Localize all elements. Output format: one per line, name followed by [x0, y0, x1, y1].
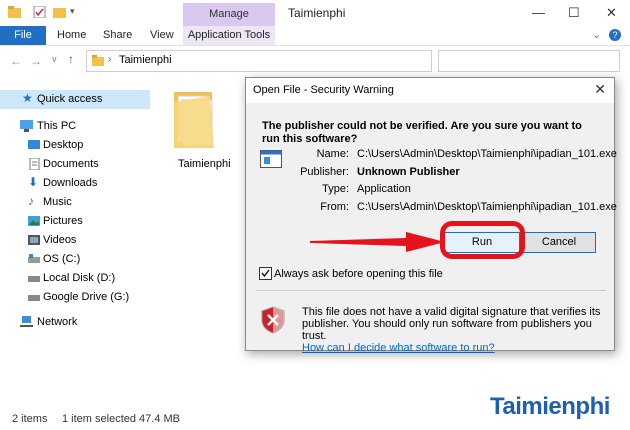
sidebar-item-label: Pictures [43, 215, 83, 227]
red-arrow-annotation [310, 232, 445, 252]
videos-icon [28, 234, 40, 246]
warning-text: This file does not have a valid digital … [302, 306, 601, 342]
cancel-button[interactable]: Cancel [522, 232, 596, 253]
sidebar-item-desktop[interactable]: Desktop [0, 136, 150, 155]
manage-context-tab[interactable]: Manage [183, 3, 275, 26]
sidebar-item-label: Desktop [43, 139, 84, 151]
sidebar-item-label: Music [43, 196, 72, 208]
field-publisher-label: Publisher: [300, 166, 349, 178]
star-icon: ★ [22, 91, 33, 105]
folder-name[interactable]: Taimienphi [178, 158, 231, 170]
field-type-value: Application [357, 183, 411, 195]
red-highlight-annotation [440, 221, 525, 259]
sidebar-item-this-pc[interactable]: This PC [0, 117, 150, 136]
window-title: Taimienphi [288, 6, 346, 20]
dialog-title-bar: Open File - Security Warning ✕ [246, 78, 614, 103]
sidebar-item-local-disk-d[interactable]: Local Disk (D:) [0, 269, 150, 288]
title-bar: ▾ Manage Taimienphi — ☐ ✕ [0, 0, 630, 26]
tab-application-tools[interactable]: Application Tools [183, 26, 275, 45]
field-name-label: Name: [316, 148, 349, 160]
always-ask-checkbox[interactable] [259, 267, 272, 280]
network-icon [20, 316, 33, 328]
warning-message: This file does not have a valid digital … [302, 306, 602, 354]
desktop-icon [28, 139, 40, 151]
tab-view[interactable]: View [150, 26, 174, 45]
tab-home[interactable]: Home [57, 26, 86, 45]
search-input[interactable] [438, 50, 620, 72]
field-publisher-value: Unknown Publisher [357, 166, 460, 178]
application-icon [260, 150, 282, 171]
dialog-question: The publisher could not be verified. Are… [262, 120, 582, 145]
sidebar-item-label: Downloads [43, 177, 98, 189]
field-from-label: From: [320, 201, 349, 213]
sidebar-item-label: Quick access [37, 93, 103, 105]
status-selection: 1 item selected 47.4 MB [62, 413, 181, 425]
drive-icon [28, 291, 40, 303]
field-type-label: Type: [322, 183, 349, 195]
sidebar-item-videos[interactable]: Videos [0, 231, 150, 250]
sidebar-item-network[interactable]: Network [0, 313, 150, 332]
sidebar-item-label: Network [37, 316, 78, 328]
sidebar-item-label: Google Drive (G:) [43, 291, 130, 303]
security-warning-dialog: Open File - Security Warning ✕ The publi… [245, 77, 617, 354]
pc-icon [20, 120, 33, 132]
sidebar-item-label: OS (C:) [43, 253, 81, 265]
sidebar-item-os-c[interactable]: OS (C:) [0, 250, 150, 269]
sidebar-item-label: This PC [37, 120, 77, 132]
sidebar-item-google-drive-g[interactable]: Google Drive (G:) [0, 288, 150, 307]
documents-icon [28, 157, 40, 171]
maximize-button[interactable]: ☐ [568, 5, 580, 21]
sidebar-item-label: Local Disk (D:) [43, 272, 116, 284]
help-link[interactable]: How can I decide what software to run? [302, 342, 495, 354]
security-shield-icon [260, 306, 286, 337]
breadcrumb[interactable]: Taimienphi [119, 54, 172, 66]
field-name-value: C:\Users\Admin\Desktop\Taimienphi\ipadia… [357, 148, 617, 160]
tab-share[interactable]: Share [103, 26, 132, 45]
new-folder-icon[interactable] [53, 6, 66, 18]
drive-icon [28, 253, 40, 265]
downloads-icon: ⬇ [28, 175, 39, 189]
status-item-count: 2 items [12, 413, 48, 425]
tab-file[interactable]: File [0, 26, 46, 45]
help-icon[interactable]: ? [609, 29, 621, 41]
pictures-icon [28, 215, 40, 227]
up-arrow-icon[interactable]: ↑ [68, 52, 74, 66]
sidebar-item-documents[interactable]: Documents [0, 155, 150, 174]
folder-icon[interactable] [170, 88, 220, 150]
drive-icon [28, 272, 40, 284]
close-button[interactable]: ✕ [606, 5, 617, 21]
folder-icon [92, 55, 104, 69]
close-icon[interactable]: ✕ [594, 81, 606, 98]
always-ask-label[interactable]: Always ask before opening this file [274, 268, 443, 280]
folder-icon [8, 6, 21, 18]
sidebar-item-quick-access[interactable]: ★ Quick access [0, 90, 150, 109]
sidebar-item-label: Videos [43, 234, 77, 246]
field-from-value: C:\Users\Admin\Desktop\Taimienphi\ipadia… [357, 201, 617, 213]
dialog-title: Open File - Security Warning [253, 84, 394, 96]
forward-arrow-icon[interactable]: → [30, 54, 42, 68]
back-arrow-icon[interactable]: ← [10, 54, 22, 68]
minimize-button[interactable]: — [532, 5, 545, 20]
customize-quick-access-icon[interactable]: ▾ [70, 6, 83, 18]
sidebar-item-label: Documents [43, 158, 99, 170]
sidebar-item-music[interactable]: ♪ Music [0, 193, 150, 212]
properties-icon[interactable] [33, 5, 46, 19]
sidebar-item-downloads[interactable]: ⬇ Downloads [0, 174, 150, 193]
ribbon-tabs: File Home Share View Application Tools ⌄… [0, 26, 630, 46]
watermark-text: Taimienphi [490, 393, 610, 420]
music-icon: ♪ [28, 194, 34, 208]
breadcrumb-separator-icon: › [108, 54, 112, 65]
watermark-logo: Taimienphi [490, 393, 610, 421]
ribbon-expand-icon[interactable]: ⌄ [592, 26, 601, 45]
recent-locations-icon[interactable]: ∨ [51, 54, 58, 65]
address-bar[interactable]: › Taimienphi [86, 50, 432, 72]
sidebar-item-pictures[interactable]: Pictures [0, 212, 150, 231]
divider [256, 290, 606, 291]
